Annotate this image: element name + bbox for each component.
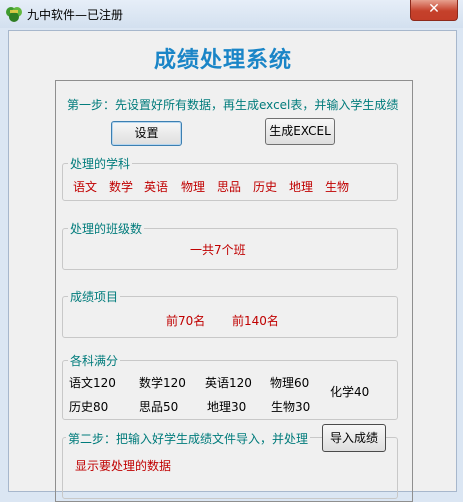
app-logo-icon — [6, 7, 22, 22]
status-text: 显示要处理的数据 — [75, 459, 172, 473]
full-mark-item: 思品50 — [139, 400, 179, 414]
subjects-legend: 处理的学科 — [68, 155, 133, 172]
full-mark-item: 数学120 — [139, 376, 186, 390]
step2-instruction: 第二步：把输入好学生成绩文件导入，并处理 — [66, 430, 311, 447]
subject-item: 语文 — [73, 180, 98, 194]
score-item-top70: 前70名 — [166, 314, 206, 328]
subject-item: 英语 — [144, 180, 169, 194]
close-button[interactable]: ✕ — [410, 0, 458, 21]
close-icon: ✕ — [428, 1, 440, 17]
import-scores-button[interactable]: 导入成绩 — [322, 424, 386, 452]
full-mark-item: 英语120 — [205, 376, 252, 390]
full-mark-item: 化学40 — [330, 385, 370, 399]
full-mark-item: 物理60 — [270, 376, 310, 390]
subject-item: 生物 — [325, 180, 350, 194]
window-titlebar: 九中软件—已注册 ✕ — [0, 0, 463, 28]
classes-legend: 处理的班级数 — [68, 220, 145, 237]
full-mark-item: 历史80 — [69, 400, 109, 414]
full-mark-item: 生物30 — [271, 400, 311, 414]
step1-instruction: 第一步：先设置好所有数据，再生成excel表，并输入学生成绩 — [67, 98, 399, 112]
subject-item: 历史 — [253, 180, 278, 194]
subject-item: 物理 — [181, 180, 206, 194]
full-mark-item: 地理30 — [207, 400, 247, 414]
subject-item: 数学 — [109, 180, 134, 194]
score-items-legend: 成绩项目 — [68, 288, 121, 305]
subject-item: 地理 — [289, 180, 314, 194]
subject-item: 思品 — [217, 180, 242, 194]
full-marks-legend: 各科满分 — [68, 352, 121, 369]
app-title: 成绩处理系统 — [153, 48, 292, 73]
full-mark-item: 语文120 — [69, 376, 116, 390]
settings-button[interactable]: 设置 — [111, 121, 182, 146]
generate-excel-button[interactable]: 生成EXCEL — [265, 118, 335, 145]
score-item-top140: 前140名 — [232, 314, 279, 328]
window-title: 九中软件—已注册 — [27, 8, 124, 22]
class-count: 一共7个班 — [190, 243, 246, 257]
